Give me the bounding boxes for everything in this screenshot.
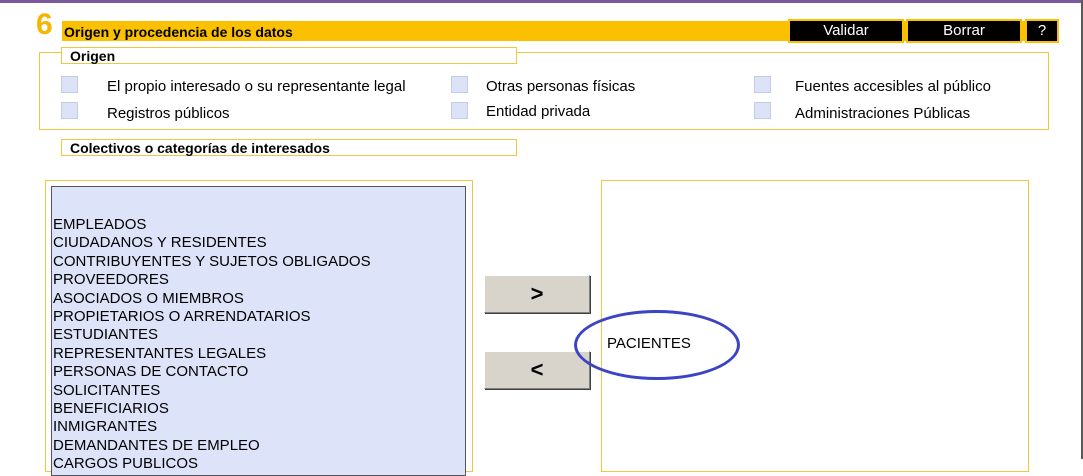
list-item[interactable]: CARGOS PUBLICOS	[52, 455, 465, 473]
list-item[interactable]: ASOCIADOS O MIEMBROS	[52, 290, 465, 308]
help-button[interactable]: ?	[1025, 19, 1059, 43]
move-left-button[interactable]: <	[484, 351, 590, 389]
list-item[interactable]: REPRESENTANTES LEGALES	[52, 345, 465, 363]
list-item[interactable]: CIUDADANOS Y RESIDENTES	[52, 234, 465, 252]
move-right-button[interactable]: >	[484, 275, 590, 313]
clear-button[interactable]: Borrar	[906, 19, 1022, 43]
section-title: Origen y procedencia de los datos	[64, 24, 293, 40]
list-item[interactable]: ESTUDIANTES	[52, 326, 465, 344]
checkbox-registros-publicos[interactable]	[61, 102, 78, 119]
checkbox-label: Otras personas físicas	[486, 78, 636, 95]
checkbox-label: Registros públicos	[107, 105, 230, 122]
list-item[interactable]: INMIGRANTES	[52, 418, 465, 436]
origen-label: Origen	[61, 47, 517, 64]
list-item[interactable]: PROPIETARIOS O ARRENDATARIOS	[52, 308, 465, 326]
colectivos-label: Colectivos o categorías de interesados	[61, 139, 517, 156]
list-item[interactable]: EMPLEADOS	[52, 216, 465, 234]
validate-button[interactable]: Validar	[788, 19, 904, 43]
checkbox-label: Entidad privada	[486, 103, 591, 120]
highlight-ellipse-annotation	[574, 310, 740, 380]
list-item[interactable]: PERSONAS DE CONTACTO	[52, 363, 465, 381]
available-list[interactable]: EMPLEADOS CIUDADANOS Y RESIDENTES CONTRI…	[51, 186, 466, 476]
list-item[interactable]: PROVEEDORES	[52, 271, 465, 289]
checkbox-otras-personas[interactable]	[451, 76, 468, 93]
checkbox-label: Administraciones Públicas	[795, 105, 971, 122]
section-number: 6	[36, 8, 53, 41]
checkbox-entidad-privada[interactable]	[451, 102, 468, 119]
list-item[interactable]: SOLICITANTES	[52, 382, 465, 400]
window-top-border	[0, 0, 1083, 3]
checkbox-propio-interesado[interactable]	[61, 76, 78, 93]
list-item[interactable]: DEMANDANTES DE EMPLEO	[52, 437, 465, 455]
checkbox-label: El propio interesado o su representante …	[107, 78, 406, 95]
checkbox-label: Fuentes accesibles al público	[795, 78, 991, 95]
list-item[interactable]: BENEFICIARIOS	[52, 400, 465, 418]
list-item[interactable]: CONTRIBUYENTES Y SUJETOS OBLIGADOS	[52, 253, 465, 271]
checkbox-fuentes-accesibles[interactable]	[754, 76, 771, 93]
checkbox-administraciones[interactable]	[754, 102, 771, 119]
